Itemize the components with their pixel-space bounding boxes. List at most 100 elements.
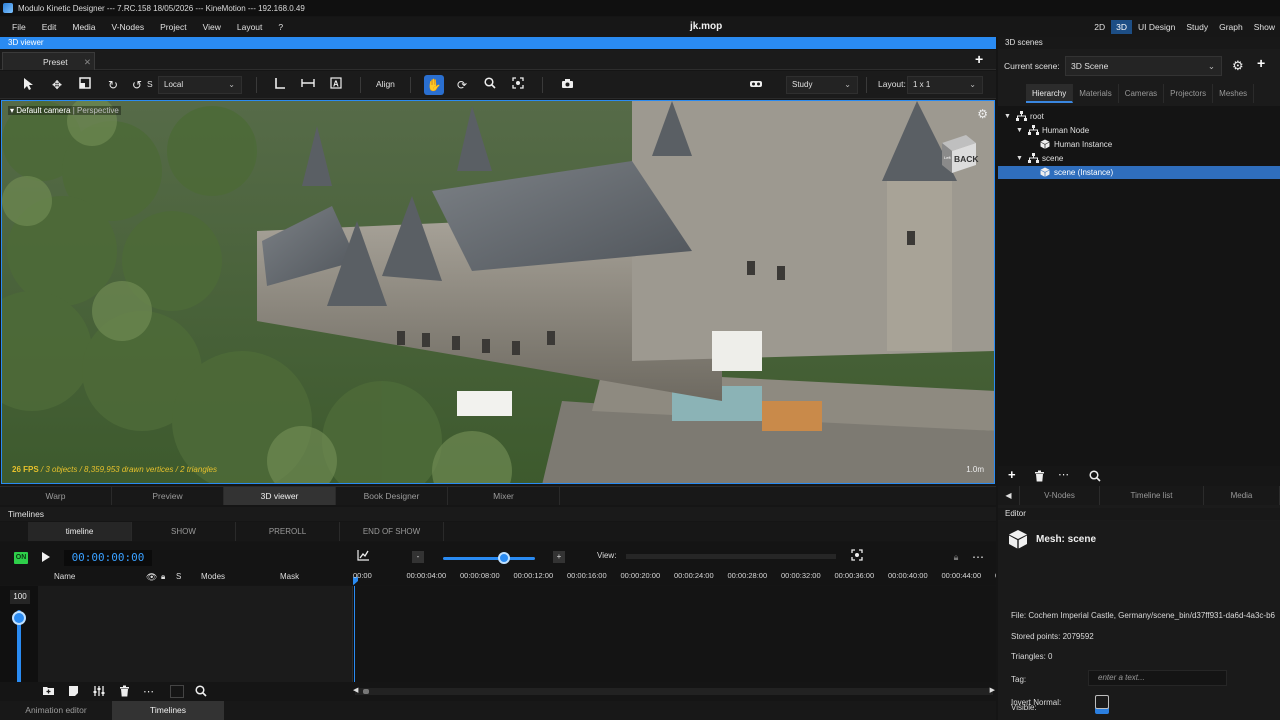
pan-hand-icon[interactable]: ✋ — [424, 75, 444, 95]
tab-warp[interactable]: Warp — [0, 487, 112, 505]
timeline-tab-show[interactable]: SHOW — [132, 522, 236, 541]
chevron-down-icon[interactable]: ▼ — [1016, 124, 1023, 137]
zoom-slider-track[interactable] — [443, 557, 535, 560]
camera-snapshot-icon[interactable] — [559, 77, 575, 93]
menu-item-file[interactable]: File — [4, 22, 34, 32]
trash-icon[interactable] — [119, 685, 130, 700]
more-options-icon[interactable]: ⋯ — [970, 549, 986, 565]
timecode-display[interactable]: 00:00:00:00 — [64, 550, 152, 566]
rotate-snap-icon[interactable]: ↺ — [129, 77, 145, 93]
menu-item-project[interactable]: Project — [152, 22, 194, 32]
mode-tab-2d[interactable]: 2D — [1089, 20, 1110, 34]
gear-icon[interactable]: ⚙ — [1232, 58, 1244, 74]
text-annotation-icon[interactable]: A — [328, 77, 344, 93]
view-cube-gizmo[interactable]: BACK Left — [936, 131, 980, 175]
vr-headset-icon[interactable] — [748, 77, 764, 93]
mode-tab-ui-design[interactable]: UI Design — [1133, 20, 1180, 34]
timeline-on-toggle[interactable]: ON — [14, 552, 28, 564]
snap-s-label[interactable]: S — [147, 79, 153, 89]
tree-node-root[interactable]: ▼ root — [998, 110, 1280, 123]
tab-hierarchy[interactable]: Hierarchy — [1026, 84, 1074, 103]
tree-node-human-node[interactable]: ▼ Human Node — [998, 124, 1280, 137]
layout-dropdown[interactable]: 1 x 1 ⌄ — [907, 76, 983, 94]
master-volume-handle[interactable] — [12, 611, 26, 625]
master-volume-value[interactable]: 100 — [10, 590, 30, 604]
sliders-icon[interactable] — [93, 685, 105, 700]
scale-icon[interactable] — [77, 77, 93, 93]
tag-input[interactable]: enter a text... — [1088, 670, 1227, 686]
add-node-button[interactable]: + — [1008, 467, 1016, 482]
chevron-down-icon[interactable]: ▼ — [1004, 110, 1011, 123]
zoom-slider-handle[interactable] — [498, 552, 510, 564]
search-icon[interactable] — [1089, 470, 1101, 484]
tab-timelines[interactable]: Timelines — [112, 701, 224, 720]
track-area[interactable] — [354, 586, 996, 682]
lock-icon[interactable]: 🔒︎ — [948, 549, 964, 565]
scroll-right-icon[interactable]: ▶ — [990, 686, 995, 694]
close-icon[interactable]: ✕ — [84, 53, 91, 71]
tree-node-human-instance[interactable]: Human Instance — [998, 138, 1280, 151]
track-list[interactable] — [38, 586, 353, 682]
more-options-icon[interactable]: ⋯ — [1058, 468, 1069, 481]
orbit-icon[interactable]: ⟳ — [454, 77, 470, 93]
zoom-search-icon[interactable] — [482, 77, 498, 93]
tab-cameras[interactable]: Cameras — [1119, 84, 1165, 103]
transform-space-dropdown[interactable]: Local ⌄ — [158, 76, 242, 94]
tab-animation-editor[interactable]: Animation editor — [0, 701, 112, 720]
scrollbar-thumb[interactable] — [363, 689, 369, 694]
tabs-scroll-left-icon[interactable]: ◀ — [998, 486, 1020, 505]
current-scene-dropdown[interactable]: 3D Scene ⌄ — [1065, 56, 1222, 76]
zoom-in-button[interactable]: + — [553, 551, 565, 563]
menu-item-help[interactable]: ? — [270, 22, 291, 32]
menu-item-view[interactable]: View — [195, 22, 229, 32]
mode-tab-3d[interactable]: 3D — [1111, 20, 1133, 34]
camera-info-label[interactable]: ▾ Default camera | Perspective — [8, 106, 121, 115]
menu-item-media[interactable]: Media — [64, 22, 103, 32]
ruler-corner-icon[interactable] — [272, 77, 288, 93]
add-scene-button[interactable]: + — [1257, 55, 1265, 71]
gear-icon[interactable]: ⚙ — [977, 107, 988, 121]
tab-book-designer[interactable]: Book Designer — [336, 487, 448, 505]
tree-node-scene[interactable]: ▼ scene — [998, 152, 1280, 165]
tree-node-scene-instance[interactable]: scene (Instance) — [998, 166, 1280, 179]
zoom-out-button[interactable]: - — [412, 551, 424, 563]
time-ruler[interactable]: 00:00 00:00:04:00 00:00:08:00 00:00:12:00 00… — [353, 569, 996, 585]
mode-tab-show[interactable]: Show — [1249, 20, 1280, 34]
measure-distance-icon[interactable] — [300, 77, 316, 93]
tab-mixer[interactable]: Mixer — [448, 487, 560, 505]
tab-3d-viewer[interactable]: 3D viewer — [224, 487, 336, 505]
timeline-tab-timeline[interactable]: timeline — [28, 522, 132, 541]
scroll-left-icon[interactable]: ◀ — [353, 686, 358, 694]
tab-meshes[interactable]: Meshes — [1213, 84, 1255, 103]
timeline-tab-preroll[interactable]: PREROLL — [236, 522, 340, 541]
3d-viewport[interactable]: ▾ Default camera | Perspective ⚙ BACK Le… — [1, 100, 995, 484]
tab-projectors[interactable]: Projectors — [1164, 84, 1214, 103]
menu-item-edit[interactable]: Edit — [34, 22, 65, 32]
invert-normal-checkbox[interactable] — [1095, 695, 1109, 709]
add-preset-button[interactable]: + — [975, 51, 983, 67]
tab-preview[interactable]: Preview — [112, 487, 224, 505]
chevron-down-icon[interactable]: ▼ — [1016, 152, 1023, 165]
view-range-bar[interactable] — [626, 554, 836, 559]
preset-tab[interactable]: Preset ✕ — [2, 52, 95, 70]
tab-media[interactable]: Media — [1204, 486, 1280, 505]
add-folder-icon[interactable] — [42, 685, 55, 699]
lock-icon[interactable]: 🔒︎ — [161, 572, 165, 582]
color-swatch[interactable] — [170, 685, 184, 698]
focus-frame-icon[interactable] — [510, 77, 526, 93]
align-button[interactable]: Align — [376, 79, 395, 89]
tab-materials[interactable]: Materials — [1073, 84, 1119, 103]
search-icon[interactable] — [195, 685, 207, 700]
menu-item-layout[interactable]: Layout — [229, 22, 271, 32]
curve-graph-icon[interactable] — [355, 549, 371, 565]
timeline-tab-end-of-show[interactable]: END OF SHOW — [340, 522, 444, 541]
move-icon[interactable]: ✥ — [49, 77, 65, 93]
mode-tab-study[interactable]: Study — [1181, 20, 1213, 34]
more-options-icon[interactable]: ⋯ — [143, 685, 154, 698]
tab-v-nodes[interactable]: V-Nodes — [1020, 486, 1100, 505]
mode-tab-graph[interactable]: Graph — [1214, 20, 1248, 34]
rotate-icon[interactable]: ↻ — [105, 77, 121, 93]
study-dropdown[interactable]: Study ⌄ — [786, 76, 858, 94]
select-cursor-icon[interactable] — [20, 77, 36, 93]
add-note-icon[interactable] — [68, 685, 79, 700]
